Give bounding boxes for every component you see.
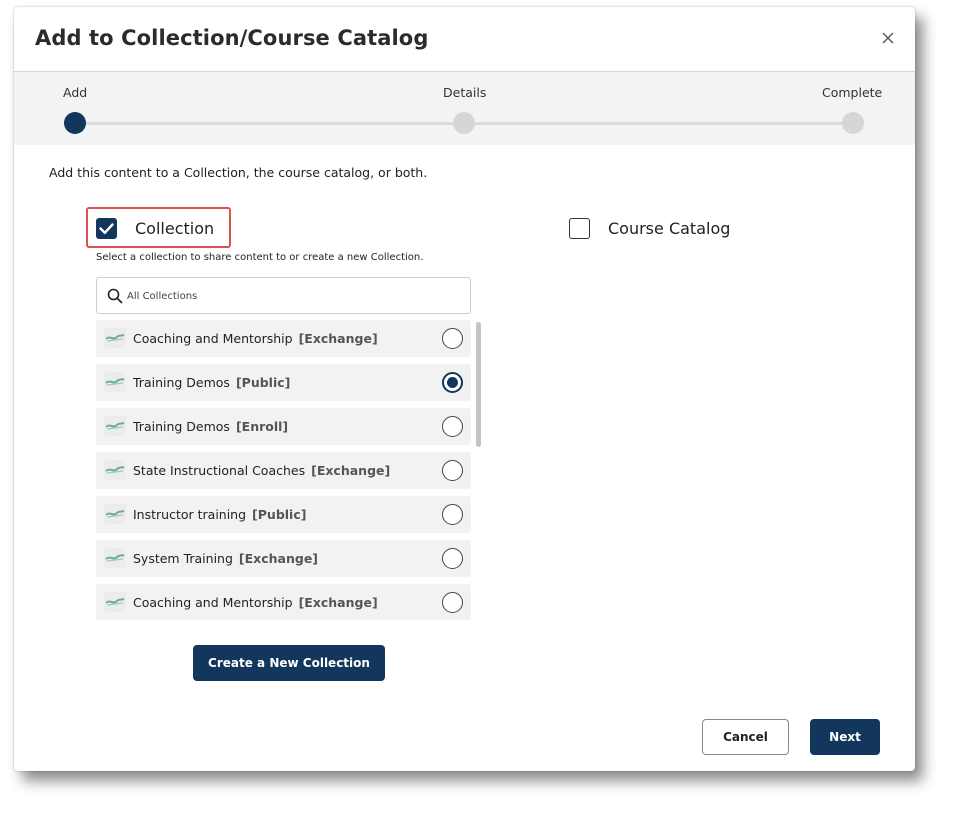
- collection-thumbnail: [104, 328, 126, 348]
- collection-tag: [Enroll]: [235, 419, 289, 434]
- dialog-header: Add to Collection/Course Catalog: [14, 7, 915, 72]
- collection-name: Coaching and Mentorship: [133, 331, 293, 346]
- collection-name: Training Demos: [133, 375, 230, 390]
- list-item[interactable]: Coaching and Mentorship [Exchange]: [96, 584, 471, 620]
- collection-name: Training Demos: [133, 419, 230, 434]
- search-input[interactable]: [127, 287, 457, 305]
- collection-thumbnail: [104, 548, 126, 568]
- collection-name: System Training: [133, 551, 233, 566]
- collection-tag: [Exchange]: [298, 595, 378, 610]
- collection-thumbnail: [104, 372, 126, 392]
- create-new-collection-button[interactable]: Create a New Collection: [193, 645, 385, 681]
- collection-tag: [Public]: [235, 375, 291, 390]
- collection-name: Coaching and Mentorship: [133, 595, 293, 610]
- step-dot-complete: [842, 112, 864, 134]
- list-item[interactable]: Coaching and Mentorship [Exchange]: [96, 320, 471, 357]
- list-item[interactable]: Training Demos [Enroll]: [96, 408, 471, 445]
- step-label-add: Add: [63, 85, 88, 100]
- intro-text: Add this content to a Collection, the co…: [49, 165, 428, 180]
- collection-radio[interactable]: [442, 504, 463, 525]
- course-catalog-label[interactable]: Course Catalog: [608, 219, 730, 238]
- list-scrollbar[interactable]: [476, 322, 481, 627]
- next-button[interactable]: Next: [810, 719, 880, 755]
- collection-list: Coaching and Mentorship [Exchange] Traini…: [96, 320, 483, 620]
- collection-thumbnail: [104, 460, 126, 480]
- step-dot-details: [453, 112, 475, 134]
- scrollbar-thumb[interactable]: [476, 322, 481, 447]
- collection-search[interactable]: [96, 277, 471, 314]
- list-item[interactable]: Training Demos [Public]: [96, 364, 471, 401]
- collection-thumbnail: [104, 416, 126, 436]
- search-icon: [107, 288, 123, 304]
- progress-stepper: Add Details Complete: [14, 72, 915, 145]
- collection-tag: [Exchange]: [298, 331, 378, 346]
- collection-radio[interactable]: [442, 460, 463, 481]
- checkmark-icon: [99, 223, 114, 234]
- collection-name: State Instructional Coaches: [133, 463, 306, 478]
- collection-radio[interactable]: [442, 328, 463, 349]
- course-catalog-checkbox[interactable]: [569, 218, 590, 239]
- collection-tag: [Public]: [252, 507, 307, 522]
- collection-label[interactable]: Collection: [135, 219, 214, 238]
- collection-radio-selected[interactable]: [442, 372, 463, 393]
- cancel-button[interactable]: Cancel: [702, 719, 789, 755]
- step-label-complete: Complete: [822, 85, 883, 100]
- collection-thumbnail: [104, 504, 126, 524]
- collection-subtext: Select a collection to share content to …: [96, 252, 424, 263]
- collection-radio[interactable]: [442, 416, 463, 437]
- step-dot-add: [64, 112, 86, 134]
- list-item[interactable]: State Instructional Coaches [Exchange]: [96, 452, 471, 489]
- collection-tag: [Exchange]: [311, 463, 391, 478]
- list-item[interactable]: Instructor training [Public]: [96, 496, 471, 533]
- collection-checkbox[interactable]: [96, 218, 117, 239]
- collection-name: Instructor training: [133, 507, 247, 522]
- dialog-title: Add to Collection/Course Catalog: [35, 26, 429, 50]
- close-icon[interactable]: [879, 29, 897, 47]
- step-label-details: Details: [443, 85, 487, 100]
- collection-thumbnail: [104, 592, 126, 612]
- collection-radio[interactable]: [442, 592, 463, 613]
- collection-radio[interactable]: [442, 548, 463, 569]
- collection-tag: [Exchange]: [238, 551, 319, 566]
- add-to-collection-dialog: Add to Collection/Course Catalog Add Det…: [14, 7, 915, 771]
- list-item[interactable]: System Training [Exchange]: [96, 540, 471, 577]
